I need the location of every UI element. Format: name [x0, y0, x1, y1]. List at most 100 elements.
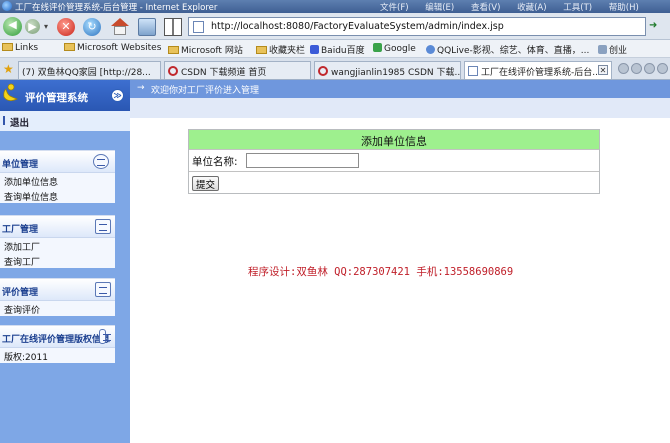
- menu-edit[interactable]: 编辑(E): [425, 1, 454, 13]
- tab-strip: ★ (7) 双鱼林QQ家园 [http://28... CSDN 下载频道 首页…: [0, 58, 670, 80]
- csdn-icon: [318, 66, 328, 76]
- page-content: 评价管理系统 ≫ 退出 单位管理 添加单位信息 查询单位信息 工厂管理 添加工厂…: [0, 80, 670, 443]
- forward-arrow-icon: ▶: [28, 20, 37, 33]
- sidebar-group-title: 单位管理: [2, 160, 39, 170]
- window-title-bar: 工厂在线评价管理系统-后台管理 - Internet Explorer 文件(F…: [0, 0, 670, 13]
- add-unit-form: 添加单位信息 单位名称: 提交: [188, 129, 600, 194]
- csdn-icon: [168, 66, 178, 76]
- logout-row: 退出: [0, 111, 130, 131]
- links-bar: Links Microsoft Websites Microsoft 网站 收藏…: [0, 40, 670, 58]
- navigation-bar: ◀ ▶ ▾ ✕ ↻ http://localhost:8080/FactoryE…: [0, 13, 670, 40]
- tab-qq-home[interactable]: (7) 双鱼林QQ家园 [http://28...: [18, 61, 161, 79]
- history-dropdown-icon[interactable]: ▾: [44, 22, 48, 31]
- sidebar-item-copyright: 版权:2011: [0, 348, 115, 363]
- breadcrumb-bar: → 欢迎你对工厂评价进入管理: [130, 80, 670, 98]
- tab-wangjianlin[interactable]: wangjianlin1985 CSDN 下载...: [314, 61, 461, 79]
- page-icon: [598, 45, 607, 54]
- banana-mascot-icon: [3, 83, 18, 101]
- menu-file[interactable]: 文件(F): [380, 1, 409, 13]
- sidebar-item-query-unit[interactable]: 查询单位信息: [0, 188, 115, 203]
- sidebar-group-copyright: 工厂在线评价管理版权信息 版权:2011: [0, 325, 115, 363]
- sidebar-group-title: 工厂管理: [2, 225, 39, 235]
- address-bar[interactable]: http://localhost:8080/FactoryEvaluateSys…: [188, 17, 646, 36]
- main-frame: → 欢迎你对工厂评价进入管理 添加单位信息 单位名称: 提交 程序设计:双鱼林 …: [130, 80, 670, 443]
- links-item-qqlive[interactable]: QQLive-影视、综艺、体育、直播，...: [426, 43, 589, 56]
- links-item-baidu[interactable]: Baidu百度: [310, 43, 365, 56]
- developer-credit: 程序设计:双鱼林 QQ:287307421 手机:13558690869: [248, 266, 514, 278]
- sidebar-item-query-evaluation[interactable]: 查询评价: [0, 301, 115, 316]
- arrow-right-icon: →: [137, 83, 145, 93]
- links-item-chuangye[interactable]: 创业: [598, 43, 627, 56]
- sidebar-group-header[interactable]: 工厂在线评价管理版权信息: [0, 326, 115, 348]
- sub-header-bar: [130, 98, 670, 118]
- group-edit-icon: [95, 219, 111, 234]
- breadcrumb: 欢迎你对工厂评价进入管理: [151, 86, 260, 96]
- home-button[interactable]: [111, 18, 129, 36]
- favorites-star-icon[interactable]: ★: [3, 62, 14, 76]
- system-title: 评价管理系统: [25, 92, 88, 104]
- sidebar-group-header[interactable]: 单位管理: [0, 151, 115, 173]
- menu-bar: 文件(F) 编辑(E) 查看(V) 收藏(A) 工具(T) 帮助(H): [380, 1, 653, 13]
- sidebar: 评价管理系统 ≫ 退出 单位管理 添加单位信息 查询单位信息 工厂管理 添加工厂…: [0, 80, 130, 443]
- folder-icon: [64, 43, 75, 51]
- links-item-favorites-bar[interactable]: 收藏夹栏: [256, 43, 305, 56]
- close-tab-icon[interactable]: ✕: [598, 65, 608, 75]
- tab-scroll-right-icon[interactable]: [657, 63, 668, 74]
- sidebar-group-unit: 单位管理 添加单位信息 查询单位信息: [0, 150, 115, 203]
- collapse-chevron-icon[interactable]: ≫: [111, 89, 124, 102]
- group-settings-icon: [93, 154, 109, 169]
- links-item-links[interactable]: Links: [2, 43, 38, 53]
- back-button[interactable]: ◀: [3, 17, 22, 36]
- tab-factory-admin[interactable]: 工厂在线评价管理系统-后台... ✕: [464, 61, 612, 79]
- stop-button[interactable]: ✕: [57, 18, 75, 36]
- divider: [3, 116, 5, 125]
- sidebar-group-header[interactable]: 评价管理: [0, 279, 115, 301]
- favorites-center-button[interactable]: [138, 18, 156, 36]
- sidebar-group-evaluation: 评价管理 查询评价: [0, 278, 115, 316]
- links-item-microsoft-cn[interactable]: Microsoft 网站: [168, 43, 243, 56]
- sidebar-item-add-factory[interactable]: 添加工厂: [0, 238, 115, 253]
- sidebar-group-header[interactable]: 工厂管理: [0, 216, 115, 238]
- submit-button[interactable]: 提交: [192, 176, 220, 191]
- baidu-icon: [310, 45, 319, 54]
- tab-csdn-download[interactable]: CSDN 下载频道 首页: [164, 61, 311, 79]
- links-item-microsoft-websites[interactable]: Microsoft Websites: [64, 43, 161, 53]
- tab-list-icon[interactable]: [631, 63, 642, 74]
- unit-name-input[interactable]: [246, 153, 359, 168]
- tab-quick-tabs-icon[interactable]: [618, 63, 629, 74]
- folder-icon: [256, 46, 267, 54]
- address-url[interactable]: http://localhost:8080/FactoryEvaluateSys…: [211, 21, 504, 32]
- internet-explorer-icon: [2, 1, 12, 11]
- qqlive-icon: [426, 45, 435, 54]
- form-title: 添加单位信息: [189, 130, 599, 150]
- links-item-google[interactable]: Google: [373, 43, 416, 54]
- sidebar-header: 评价管理系统 ≫: [0, 80, 130, 111]
- sidebar-group-factory: 工厂管理 添加工厂 查询工厂: [0, 215, 115, 268]
- group-info-icon: [99, 329, 111, 344]
- unit-name-label: 单位名称:: [192, 156, 238, 168]
- google-icon: [373, 43, 382, 52]
- group-edit-icon: [95, 282, 111, 297]
- reading-book-icon[interactable]: [164, 18, 182, 36]
- go-arrow-icon[interactable]: ➜: [649, 20, 657, 31]
- folder-icon: [2, 43, 13, 51]
- sidebar-item-query-factory[interactable]: 查询工厂: [0, 253, 115, 268]
- page-icon: [193, 21, 204, 33]
- tab-scroll-left-icon[interactable]: [644, 63, 655, 74]
- menu-favorites[interactable]: 收藏(A): [517, 1, 546, 13]
- logout-link[interactable]: 退出: [10, 115, 29, 129]
- folder-icon: [168, 46, 179, 54]
- home-house-icon: [114, 26, 126, 35]
- forward-button[interactable]: ▶: [25, 19, 40, 34]
- menu-tools[interactable]: 工具(T): [563, 1, 592, 13]
- sidebar-group-title: 评价管理: [2, 288, 39, 298]
- home-roof-icon: [111, 18, 129, 26]
- menu-view[interactable]: 查看(V): [471, 1, 500, 13]
- sidebar-group-title: 工厂在线评价管理版权信息: [2, 335, 111, 345]
- window-title: 工厂在线评价管理系统-后台管理 - Internet Explorer: [15, 3, 218, 13]
- page-icon: [468, 66, 478, 76]
- sidebar-item-add-unit[interactable]: 添加单位信息: [0, 173, 115, 188]
- back-arrow-icon: ◀: [8, 18, 17, 31]
- menu-help[interactable]: 帮助(H): [609, 1, 639, 13]
- refresh-button[interactable]: ↻: [83, 18, 101, 36]
